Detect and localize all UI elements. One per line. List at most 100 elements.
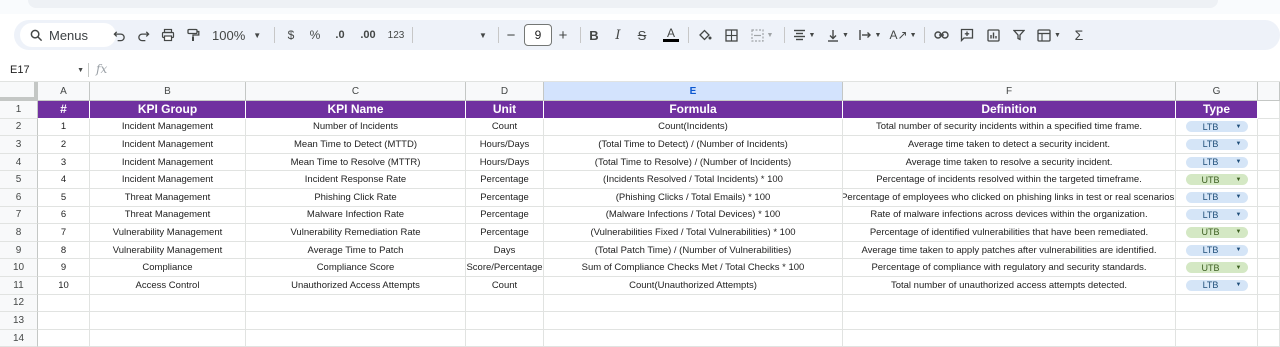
cell[interactable]: [90, 329, 246, 347]
cell[interactable]: Percentage: [466, 224, 544, 242]
cell[interactable]: [544, 329, 843, 347]
cell[interactable]: [1258, 189, 1280, 207]
cell[interactable]: 3: [38, 153, 90, 172]
cell[interactable]: Mean Time to Detect (MTTD): [246, 136, 466, 154]
cell[interactable]: 6: [38, 206, 90, 225]
cell[interactable]: Average time taken to resolve a security…: [843, 153, 1176, 172]
cell[interactable]: [544, 312, 843, 330]
name-box[interactable]: E17 ▼: [10, 62, 84, 78]
functions-icon[interactable]: Σ: [1070, 22, 1088, 48]
row-header-9[interactable]: 9: [0, 241, 38, 260]
cell[interactable]: [1258, 312, 1280, 330]
table-header-cell[interactable]: KPI Name: [246, 101, 466, 119]
borders-icon[interactable]: [722, 22, 740, 48]
cell[interactable]: 7: [38, 224, 90, 242]
row-header-8[interactable]: 8: [0, 224, 38, 242]
cell[interactable]: (Malware Infections / Total Devices) * 1…: [544, 206, 843, 225]
row-header-4[interactable]: 4: [0, 153, 38, 172]
text-wrapping-icon[interactable]: ▼: [856, 22, 884, 48]
font-family-chevron-icon[interactable]: ▼: [476, 22, 490, 48]
cell[interactable]: [1176, 294, 1258, 313]
fill-color-icon[interactable]: [696, 22, 714, 48]
cell[interactable]: [246, 294, 466, 313]
cell[interactable]: 9: [38, 259, 90, 277]
column-header-a[interactable]: A: [38, 82, 90, 101]
merge-cells-icon[interactable]: ▼: [748, 22, 776, 48]
type-dropdown-chip[interactable]: LTB ▼: [1185, 121, 1248, 133]
cell[interactable]: Unauthorized Access Attempts: [246, 277, 466, 295]
italic-button[interactable]: I: [610, 22, 626, 48]
column-header-b[interactable]: B: [90, 82, 246, 101]
cell[interactable]: Compliance: [90, 259, 246, 277]
insert-comment-icon[interactable]: [958, 22, 976, 48]
cell[interactable]: Incident Response Rate: [246, 171, 466, 189]
cell[interactable]: [246, 312, 466, 330]
column-header-g[interactable]: G: [1176, 82, 1258, 101]
decrease-font-size-button[interactable]: −: [504, 22, 518, 48]
strikethrough-button[interactable]: S: [634, 22, 650, 48]
cell[interactable]: [90, 312, 246, 330]
table-header-cell[interactable]: Unit: [466, 101, 544, 119]
type-dropdown-chip[interactable]: UTB ▼: [1185, 226, 1248, 238]
cell[interactable]: Phishing Click Rate: [246, 189, 466, 207]
cell[interactable]: [843, 312, 1176, 330]
cell[interactable]: Incident Management: [90, 118, 246, 137]
cell[interactable]: [1258, 136, 1280, 154]
cell[interactable]: Access Control: [90, 277, 246, 295]
row-header-10[interactable]: 10: [0, 259, 38, 277]
cell[interactable]: Percentage of compliance with regulatory…: [843, 259, 1176, 277]
row-header-7[interactable]: 7: [0, 206, 38, 225]
cell[interactable]: Count: [466, 118, 544, 137]
text-color-button[interactable]: A: [662, 22, 680, 48]
table-header-cell[interactable]: Definition: [843, 101, 1176, 119]
cell[interactable]: [1176, 329, 1258, 347]
vertical-align-icon[interactable]: ▼: [824, 22, 852, 48]
cell[interactable]: (Total Time to Resolve) / (Number of Inc…: [544, 153, 843, 172]
cell[interactable]: 1: [38, 118, 90, 137]
cell[interactable]: [1258, 259, 1280, 277]
row-header-14[interactable]: 14: [0, 329, 38, 347]
cell[interactable]: 8: [38, 241, 90, 260]
cell[interactable]: Total number of unauthorized access atte…: [843, 277, 1176, 295]
cell[interactable]: Count(Incidents): [544, 118, 843, 137]
type-dropdown-chip[interactable]: LTB ▼: [1185, 138, 1248, 150]
cell[interactable]: Total number of security incidents withi…: [843, 118, 1176, 137]
type-dropdown-chip[interactable]: UTB ▼: [1185, 174, 1248, 186]
cell[interactable]: Vulnerability Management: [90, 224, 246, 242]
cell[interactable]: Average Time to Patch: [246, 241, 466, 260]
cell[interactable]: (Incidents Resolved / Total Incidents) *…: [544, 171, 843, 189]
table-header-cell[interactable]: KPI Group: [90, 101, 246, 119]
text-rotation-icon[interactable]: A↗ ▼: [888, 22, 918, 48]
undo-icon[interactable]: [110, 22, 128, 48]
cell[interactable]: [246, 329, 466, 347]
cell[interactable]: Score/Percentage: [466, 259, 544, 277]
percent-format-button[interactable]: %: [306, 22, 324, 48]
menus-search[interactable]: Menus: [20, 23, 116, 47]
row-header-13[interactable]: 13: [0, 312, 38, 330]
cell[interactable]: [1258, 241, 1280, 260]
cell[interactable]: 10: [38, 277, 90, 295]
cell[interactable]: 5: [38, 189, 90, 207]
cell[interactable]: [38, 312, 90, 330]
type-dropdown-chip[interactable]: UTB ▼: [1185, 262, 1248, 274]
more-formats-button[interactable]: 123: [386, 22, 406, 48]
type-cell[interactable]: LTB ▼: [1176, 118, 1258, 137]
type-cell[interactable]: UTB ▼: [1176, 171, 1258, 189]
cell[interactable]: Percentage: [466, 171, 544, 189]
cell[interactable]: Incident Management: [90, 136, 246, 154]
cell[interactable]: (Total Patch Time) / (Number of Vulnerab…: [544, 241, 843, 260]
cell[interactable]: [1258, 118, 1280, 137]
cell[interactable]: Percentage of incidents resolved within …: [843, 171, 1176, 189]
cell[interactable]: Percentage of employees who clicked on p…: [843, 189, 1176, 207]
column-header-e[interactable]: E: [544, 82, 843, 101]
cell[interactable]: [1258, 294, 1280, 313]
cell[interactable]: [1258, 206, 1280, 225]
cell[interactable]: Percentage: [466, 189, 544, 207]
paint-format-icon[interactable]: [184, 22, 202, 48]
horizontal-align-icon[interactable]: ▼: [790, 22, 818, 48]
currency-format-button[interactable]: $: [282, 22, 300, 48]
type-dropdown-chip[interactable]: LTB ▼: [1185, 156, 1248, 168]
cell[interactable]: [90, 294, 246, 313]
cell[interactable]: [466, 329, 544, 347]
cell[interactable]: Percentage: [466, 206, 544, 225]
